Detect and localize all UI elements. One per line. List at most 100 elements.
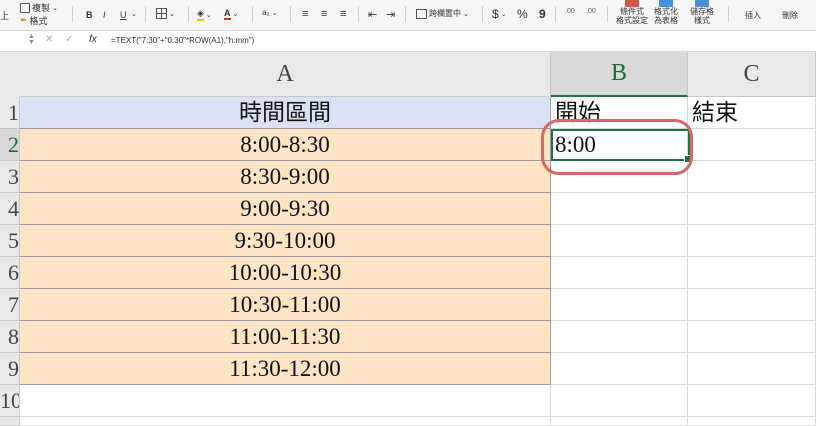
- cell-styles-icon: [695, 0, 709, 7]
- column-header-a[interactable]: A: [20, 52, 551, 97]
- format-painter-button[interactable]: ✒ 格式: [20, 14, 48, 27]
- delete-button[interactable]: 刪除: [782, 10, 798, 21]
- cell-b4[interactable]: [551, 193, 688, 225]
- cell-c2[interactable]: [688, 129, 816, 161]
- name-box-stepper[interactable]: ▲ ▼: [28, 33, 35, 46]
- font-color-button[interactable]: A ⌄: [224, 8, 238, 20]
- paintbrush-icon: ✒: [20, 15, 28, 25]
- cell-a2[interactable]: 8:00-8:30: [20, 129, 551, 161]
- row-header-4[interactable]: 4: [0, 193, 20, 225]
- decrease-indent-icon: ⇤: [368, 9, 378, 21]
- row-header-5[interactable]: 5: [0, 225, 20, 257]
- format-as-table-label-2: 為表格: [654, 16, 678, 25]
- cancel-icon[interactable]: ✕: [45, 34, 53, 45]
- format-as-table-button[interactable]: 格式化 為表格: [654, 0, 678, 25]
- spreadsheet-grid: A B C 1 2 3 4 5 6 7 8 9 10 時間區間 開始 結束 8:…: [0, 52, 816, 426]
- cell-b5[interactable]: [551, 225, 688, 257]
- align-left-button[interactable]: ≡: [302, 8, 308, 20]
- underline-button[interactable]: U: [120, 10, 127, 20]
- cell-a6[interactable]: 10:00-10:30: [20, 257, 551, 289]
- cell-b3[interactable]: [551, 161, 688, 193]
- paste-label: 上: [0, 11, 10, 21]
- cell-c9[interactable]: [688, 353, 816, 385]
- column-header-b[interactable]: B: [551, 52, 688, 97]
- table-icon: [659, 0, 673, 7]
- conditional-format-icon: [625, 0, 639, 7]
- conditional-format-button[interactable]: 條件式 格式設定: [616, 0, 648, 25]
- align-left-icon: ≡: [302, 8, 309, 20]
- row-header-10[interactable]: 10: [0, 385, 20, 417]
- ribbon-toolbar: 上 複製 ⌄ ✒ 格式 B I U ⌄ ⌄ ◈ ⌄ A ⌄ a₂ ⌄ ≡ ≡ ≡…: [0, 0, 816, 31]
- cell-a11[interactable]: [20, 417, 551, 426]
- cell-c10[interactable]: [688, 385, 816, 417]
- row-header-9[interactable]: 9: [0, 353, 20, 385]
- confirm-icon[interactable]: ✓: [65, 34, 73, 45]
- cell-a1[interactable]: 時間區間: [20, 97, 551, 129]
- conditional-format-label-2: 格式設定: [616, 16, 648, 25]
- select-all-corner[interactable]: [0, 52, 21, 98]
- decrease-decimal-button[interactable]: .00: [586, 8, 596, 15]
- chevron-down-icon: ⌄: [500, 11, 507, 18]
- ribbon-divider: [555, 6, 556, 22]
- cell-a8[interactable]: 11:00-11:30: [20, 321, 551, 353]
- fill-color-button[interactable]: ◈ ⌄: [197, 8, 212, 21]
- italic-button[interactable]: I: [103, 10, 106, 20]
- cell-b11[interactable]: [551, 417, 688, 426]
- increase-decimal-button[interactable]: .00: [565, 8, 575, 15]
- paste-button[interactable]: 上: [0, 9, 9, 22]
- cell-c6[interactable]: [688, 257, 816, 289]
- align-right-button[interactable]: ≡: [340, 8, 346, 20]
- cell-styles-button[interactable]: 儲存格 樣式: [690, 0, 714, 25]
- bold-button[interactable]: B: [86, 10, 93, 20]
- format-as-table-label-1: 格式化: [654, 7, 678, 16]
- ribbon-divider: [290, 6, 291, 22]
- borders-button[interactable]: ⌄: [156, 8, 175, 19]
- row-header-11[interactable]: [0, 417, 20, 426]
- merge-center-button[interactable]: 跨欄置中 ⌄: [416, 8, 469, 19]
- cell-a3[interactable]: 8:30-9:00: [20, 161, 551, 193]
- currency-button[interactable]: $ ⌄: [492, 7, 507, 21]
- cell-a10[interactable]: [20, 385, 551, 417]
- cell-c3[interactable]: [688, 161, 816, 193]
- font-color-icon: A: [224, 8, 231, 20]
- ribbon-divider: [728, 6, 729, 22]
- increase-indent-button[interactable]: ⇥: [386, 8, 395, 21]
- cell-b8[interactable]: [551, 321, 688, 353]
- row-header-7[interactable]: 7: [0, 289, 20, 321]
- formula-input[interactable]: =TEXT("7:30"+"0:30"*ROW(A1),"h:mm"): [111, 36, 254, 45]
- percent-button[interactable]: %: [517, 7, 528, 21]
- cell-a4[interactable]: 9:00-9:30: [20, 193, 551, 225]
- comma-style-button[interactable]: 9: [539, 7, 546, 21]
- underline-dropdown[interactable]: ⌄: [131, 10, 137, 18]
- copy-icon: [20, 2, 30, 13]
- align-center-button[interactable]: ≡: [321, 8, 327, 20]
- row-header-1[interactable]: 1: [0, 97, 20, 129]
- decrease-indent-button[interactable]: ⇤: [368, 8, 377, 21]
- cell-c5[interactable]: [688, 225, 816, 257]
- cell-b7[interactable]: [551, 289, 688, 321]
- cell-b1[interactable]: 開始: [551, 97, 688, 129]
- cell-b10[interactable]: [551, 385, 688, 417]
- cell-c7[interactable]: [688, 289, 816, 321]
- cell-a5[interactable]: 9:30-10:00: [20, 225, 551, 257]
- cell-b2[interactable]: 8:00: [551, 129, 688, 161]
- row-header-8[interactable]: 8: [0, 321, 20, 353]
- cell-b6[interactable]: [551, 257, 688, 289]
- cell-c11[interactable]: [688, 417, 816, 426]
- merge-label: 跨欄置中: [429, 9, 461, 18]
- phonetic-button[interactable]: a₂ ⌄: [262, 8, 277, 17]
- row-header-2[interactable]: 2: [0, 129, 20, 161]
- fx-icon[interactable]: fx: [89, 34, 97, 45]
- cell-c8[interactable]: [688, 321, 816, 353]
- row-header-3[interactable]: 3: [0, 161, 20, 193]
- row-header-6[interactable]: 6: [0, 257, 20, 289]
- cell-c1[interactable]: 結束: [688, 97, 816, 129]
- cell-a7[interactable]: 10:30-11:00: [20, 289, 551, 321]
- fill-bucket-icon: ◈: [197, 8, 204, 21]
- cell-a9[interactable]: 11:30-12:00: [20, 353, 551, 385]
- insert-button[interactable]: 插入: [745, 10, 761, 21]
- cell-c4[interactable]: [688, 193, 816, 225]
- column-header-c[interactable]: C: [688, 52, 816, 97]
- cell-b9[interactable]: [551, 353, 688, 385]
- copy-button[interactable]: 複製 ⌄: [20, 1, 58, 14]
